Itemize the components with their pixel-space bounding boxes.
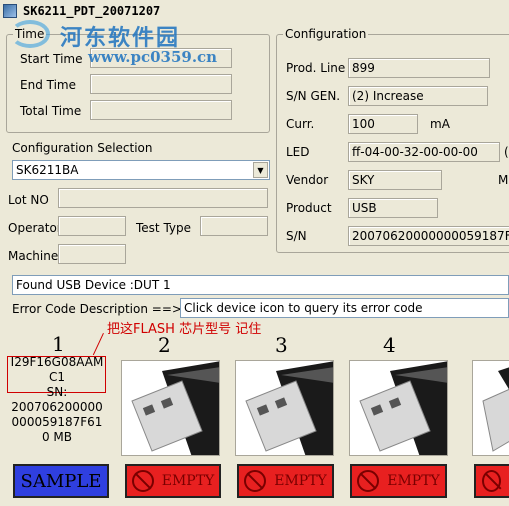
sn-label: S/N (286, 229, 307, 243)
vendor-field: SKY (348, 170, 442, 190)
curr-field: 100 (348, 114, 418, 134)
slot-1-device-info[interactable]: I29F16G08AAM C1 SN: 200706200000 0000591… (9, 355, 105, 445)
usb-drive-icon (482, 367, 509, 452)
slot-2-device-image[interactable] (121, 360, 220, 456)
operator-label: Operator (8, 221, 62, 235)
vendor-label: Vendor (286, 173, 329, 187)
sn-line-2: 000059187F61 (11, 415, 103, 429)
machine-label: Machine (8, 249, 59, 263)
error-code-label: Error Code Description ==> (12, 302, 182, 316)
flash-model: I29F16G08AAM (10, 355, 104, 369)
configuration-selection-label: Configuration Selection (12, 141, 153, 155)
prod-line-label: Prod. Line (286, 61, 346, 75)
empty-button-2-label: EMPTY (161, 473, 215, 489)
annotation-arrow (92, 333, 104, 356)
product-field: USB (348, 198, 438, 218)
prohibited-icon (131, 470, 154, 492)
prohibited-icon (357, 470, 380, 492)
watermark-logo (10, 20, 50, 48)
configuration-selection-dropdown[interactable]: SK6211BA ▼ (12, 160, 270, 180)
prohibited-icon (244, 470, 267, 492)
start-time-field (90, 48, 232, 68)
usb-drive-icon (245, 361, 333, 455)
end-time-field (90, 74, 232, 94)
title-bar: SK6211_PDT_20071207 (0, 0, 509, 22)
led-field: ff-04-00-32-00-00-00 (348, 142, 500, 162)
sn-line-1: 200706200000 (11, 400, 103, 414)
lot-no-label: Lot NO (8, 193, 49, 207)
sn-gen-label: S/N GEN. (286, 89, 341, 103)
empty-button-4-label: EMPTY (387, 473, 440, 489)
app-icon (3, 4, 17, 18)
slot-number-3: 3 (275, 333, 288, 357)
flash-model-suffix: C1 (48, 370, 65, 384)
empty-button-5-partial[interactable] (474, 464, 509, 498)
configuration-selection-value: SK6211BA (16, 163, 79, 177)
vendor-extra: M (498, 173, 509, 187)
window-title: SK6211_PDT_20071207 (23, 4, 161, 18)
sn-heading: SN: (46, 385, 68, 399)
led-label: LED (286, 145, 310, 159)
machine-field (58, 244, 126, 264)
empty-button-3-label: EMPTY (274, 473, 327, 489)
prod-line-field: 899 (348, 58, 490, 78)
sample-button-label: SAMPLE (20, 470, 102, 492)
capacity: 0 MB (41, 430, 73, 444)
annotation-text: 把这FLASH 芯片型号 记住 (107, 322, 262, 337)
slot-5-device-image[interactable] (472, 360, 509, 456)
usb-drive-icon (359, 361, 447, 455)
configuration-legend: Configuration (285, 27, 367, 41)
total-time-field (90, 100, 232, 120)
slot-number-1: 1 (52, 332, 65, 356)
sn-gen-field: (2) Increase (348, 86, 488, 106)
test-type-label: Test Type (136, 221, 192, 235)
total-time-label: Total Time (20, 104, 82, 118)
usb-drive-icon (131, 361, 219, 455)
slot-3-device-image[interactable] (235, 360, 334, 456)
error-code-field: Click device icon to query its error cod… (180, 298, 509, 318)
slot-number-4: 4 (383, 333, 396, 357)
curr-unit: mA (430, 117, 450, 131)
status-field: Found USB Device :DUT 1 (12, 275, 509, 295)
lot-no-field (58, 188, 268, 208)
end-time-label: End Time (20, 78, 76, 92)
led-extra: ( (504, 145, 509, 159)
sample-button[interactable]: SAMPLE (13, 464, 109, 498)
product-label: Product (286, 201, 332, 215)
empty-button-3[interactable]: EMPTY (237, 464, 334, 498)
sn-field: 20070620000000059187F6 (348, 226, 509, 246)
empty-button-4[interactable]: EMPTY (350, 464, 447, 498)
slot-4-device-image[interactable] (349, 360, 448, 456)
chevron-down-icon[interactable]: ▼ (253, 162, 268, 178)
test-type-field (200, 216, 268, 236)
operator-field (58, 216, 126, 236)
prohibited-icon (482, 470, 501, 492)
curr-label: Curr. (286, 117, 315, 131)
start-time-label: Start Time (20, 52, 83, 66)
empty-button-2[interactable]: EMPTY (125, 464, 221, 498)
